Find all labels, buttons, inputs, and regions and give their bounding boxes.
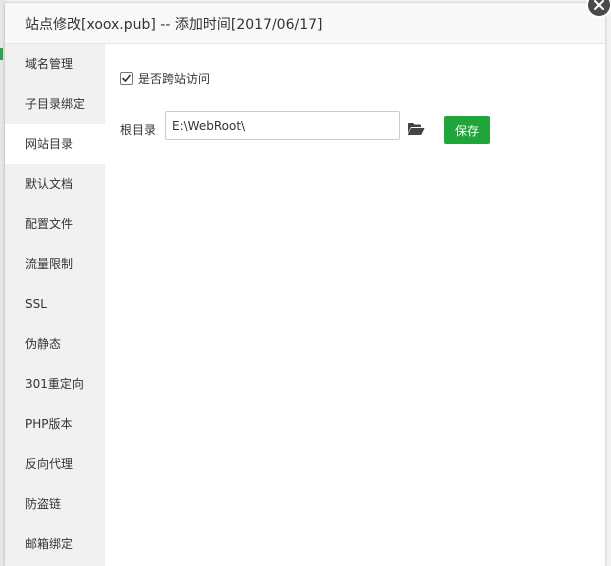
cors-label: 是否跨站访问 xyxy=(138,71,211,86)
sidebar-item-default-document[interactable]: 默认文档 xyxy=(5,164,105,204)
sidebar-item-mail-binding[interactable]: 邮箱绑定 xyxy=(5,524,105,564)
sidebar-item-site-directory[interactable]: 网站目录 xyxy=(5,124,105,164)
sidebar-item-hotlink-protection[interactable]: 防盗链 xyxy=(5,484,105,524)
browse-folder-button[interactable] xyxy=(407,121,425,135)
sidebar-item-traffic-limit[interactable]: 流量限制 xyxy=(5,244,105,284)
root-directory-label: 根目录 xyxy=(120,123,157,137)
sidebar-item-redirect-301[interactable]: 301重定向 xyxy=(5,364,105,404)
cors-checkbox[interactable] xyxy=(120,71,133,85)
checkmark-icon xyxy=(122,74,131,82)
sidebar-item-ssl[interactable]: SSL xyxy=(5,284,105,324)
sidebar-item-php-version[interactable]: PHP版本 xyxy=(5,404,105,444)
site-edit-dialog: 站点修改[xoox.pub] -- 添加时间[2017/06/17] 域名管理 … xyxy=(5,0,611,566)
backdrop-accent-mark xyxy=(0,48,3,60)
site-directory-panel: 是否跨站访问 根目录 保存 xyxy=(105,44,605,566)
folder-open-icon xyxy=(407,123,425,135)
sidebar-item-config-file[interactable]: 配置文件 xyxy=(5,204,105,244)
root-directory-input[interactable] xyxy=(165,111,400,140)
sidebar-item-subdir-binding[interactable]: 子目录绑定 xyxy=(5,84,105,124)
sidebar-item-rewrite[interactable]: 伪静态 xyxy=(5,324,105,364)
cors-option-row: 是否跨站访问 xyxy=(120,69,210,87)
sidebar-item-domain[interactable]: 域名管理 xyxy=(5,44,105,84)
dialog-titlebar: 站点修改[xoox.pub] -- 添加时间[2017/06/17] xyxy=(5,3,605,44)
sidebar-item-reverse-proxy[interactable]: 反向代理 xyxy=(5,444,105,484)
close-icon xyxy=(594,0,604,10)
save-button[interactable]: 保存 xyxy=(444,116,490,144)
dialog-title: 站点修改[xoox.pub] -- 添加时间[2017/06/17] xyxy=(25,17,323,33)
settings-sidebar: 域名管理 子目录绑定 网站目录 默认文档 配置文件 流量限制 SSL 伪静态 3… xyxy=(5,44,105,566)
